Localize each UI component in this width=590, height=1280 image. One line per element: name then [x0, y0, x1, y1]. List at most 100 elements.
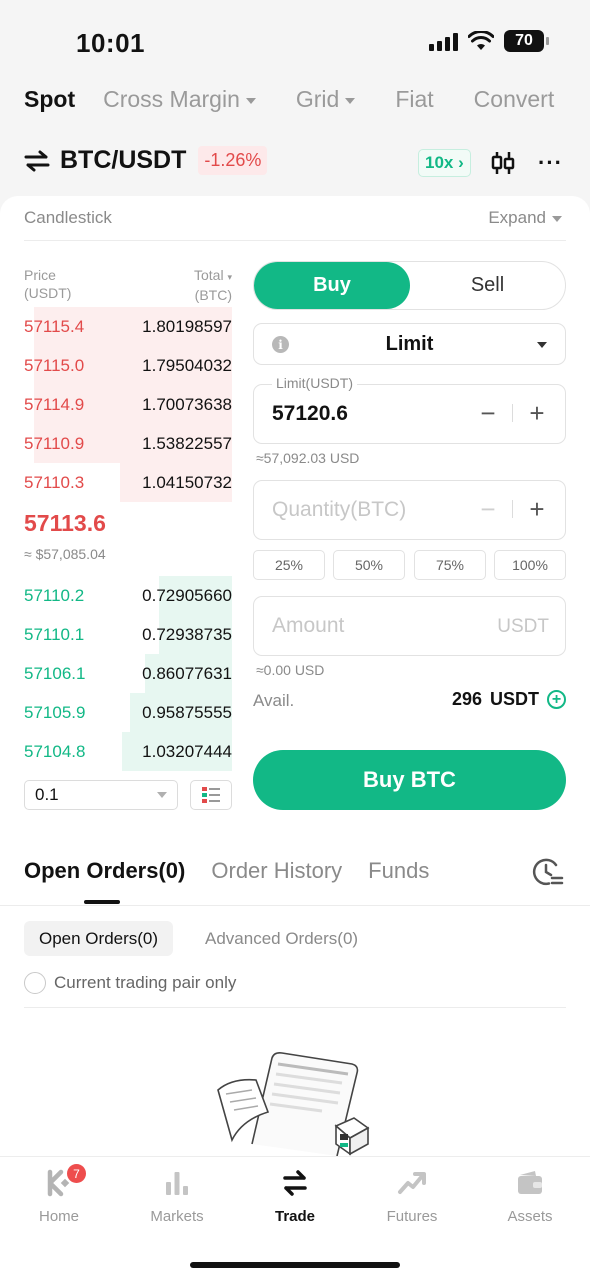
leverage-badge[interactable]: 10x ›: [418, 149, 471, 177]
last-price[interactable]: 57113.6: [24, 510, 106, 537]
swap-pair-icon: [24, 150, 50, 171]
chevron-down-icon: [157, 792, 167, 798]
last-price-usd: ≈ $57,085.04: [24, 546, 106, 562]
notification-badge: 7: [67, 1164, 86, 1183]
ask-total: 1.80198597: [142, 316, 232, 336]
available-balance: 296 USDT +: [452, 689, 566, 710]
percent-100-button[interactable]: 100%: [494, 550, 566, 580]
bid-total: 0.72905660: [142, 585, 232, 605]
bid-price: 57110.2: [24, 585, 85, 605]
percent-50-button[interactable]: 50%: [333, 550, 405, 580]
bid-row[interactable]: 57106.1 0.86077631: [24, 654, 232, 693]
tab-convert[interactable]: Convert: [474, 86, 555, 113]
radio-button[interactable]: [24, 972, 46, 994]
amount-unit: USDT: [497, 616, 549, 637]
limit-price-field[interactable]: Limit(USDT) 57120.6 − +: [253, 375, 566, 444]
nav-trade[interactable]: Trade: [245, 1168, 345, 1225]
bid-price: 57106.1: [24, 663, 86, 683]
available-label: Avail.: [253, 691, 295, 710]
ask-price: 57110.9: [24, 433, 85, 453]
ask-price: 57110.3: [24, 472, 85, 492]
bid-total: 1.03207444: [142, 741, 232, 761]
subtab-advanced-orders[interactable]: Advanced Orders(0): [205, 929, 358, 949]
amount-placeholder[interactable]: Amount: [272, 614, 344, 638]
ask-row[interactable]: 57115.0 1.79504032: [24, 346, 232, 385]
order-book-view-button[interactable]: [190, 780, 232, 810]
tab-funds[interactable]: Funds: [368, 858, 429, 884]
ask-price: 57115.4: [24, 316, 85, 336]
bid-total: 0.86077631: [142, 663, 232, 683]
precision-select[interactable]: 0.1: [24, 780, 178, 810]
quantity-placeholder[interactable]: Quantity(BTC): [272, 498, 406, 522]
nav-home[interactable]: 7 Home: [9, 1164, 109, 1225]
percent-75-button[interactable]: 75%: [414, 550, 486, 580]
plus-icon[interactable]: +: [525, 496, 549, 522]
divider: [24, 240, 566, 241]
tab-cross-margin[interactable]: Cross Margin: [103, 86, 256, 113]
pair-name: BTC/USDT: [60, 146, 187, 174]
order-book-price-header: Price (USDT): [24, 267, 72, 301]
buy-btc-button[interactable]: Buy BTC: [253, 750, 566, 810]
bid-row[interactable]: 57104.8 1.03207444: [24, 732, 232, 771]
tab-grid[interactable]: Grid: [296, 86, 356, 113]
ask-row[interactable]: 57110.9 1.53822557: [24, 424, 232, 463]
home-indicator: [190, 1262, 400, 1268]
current-pair-filter[interactable]: Current trading pair only: [24, 972, 236, 994]
bar-chart-icon: [166, 1172, 188, 1195]
quantity-field[interactable]: Quantity(BTC) − +: [253, 480, 566, 540]
bid-row[interactable]: 57105.9 0.95875555: [24, 693, 232, 732]
ask-row[interactable]: 57110.3 1.04150732: [24, 463, 232, 502]
chevron-down-icon: [245, 97, 256, 104]
add-funds-icon[interactable]: +: [547, 690, 566, 709]
bid-total: 0.72938735: [142, 624, 232, 644]
ask-row[interactable]: 57114.9 1.70073638: [24, 385, 232, 424]
bid-row[interactable]: 57110.1 0.72938735: [24, 615, 232, 654]
ask-total: 1.53822557: [142, 433, 232, 453]
wallet-icon: [518, 1171, 542, 1194]
tab-fiat[interactable]: Fiat: [395, 86, 433, 113]
expand-chart-button[interactable]: Expand: [488, 208, 562, 228]
amount-usd-hint: ≈0.00 USD: [256, 662, 325, 678]
order-book-layout-icon: [202, 787, 220, 803]
minus-icon[interactable]: −: [476, 400, 500, 426]
orders-tabs: Open Orders(0) Order History Funds: [24, 858, 455, 884]
nav-assets[interactable]: Assets: [480, 1168, 580, 1225]
candlestick-chart-icon[interactable]: [490, 150, 516, 176]
nav-markets[interactable]: Markets: [127, 1168, 227, 1225]
active-tab-indicator: [84, 900, 120, 904]
tab-spot[interactable]: Spot: [24, 86, 75, 113]
tab-order-history[interactable]: Order History: [211, 858, 342, 884]
quantity-stepper: − +: [476, 496, 549, 522]
bid-row[interactable]: 57110.2 0.72905660: [24, 576, 232, 615]
ask-total: 1.04150732: [142, 472, 232, 492]
cellular-signal-icon: [429, 31, 458, 51]
tab-open-orders[interactable]: Open Orders(0): [24, 858, 185, 884]
status-time: 10:01: [76, 28, 145, 58]
order-history-clock-icon[interactable]: [532, 856, 564, 888]
minus-icon[interactable]: −: [476, 496, 500, 522]
nav-futures[interactable]: Futures: [362, 1168, 462, 1225]
price-usd-hint: ≈57,092.03 USD: [256, 450, 360, 466]
buy-tab[interactable]: Buy: [254, 262, 410, 309]
more-icon[interactable]: ···: [538, 150, 563, 176]
candlestick-section-label[interactable]: Candlestick: [24, 208, 112, 228]
pair-selector[interactable]: BTC/USDT -1.26%: [24, 146, 268, 175]
subtab-open-orders[interactable]: Open Orders(0): [24, 921, 174, 956]
info-icon[interactable]: i: [272, 336, 289, 353]
chevron-down-icon: [552, 216, 562, 222]
trade-type-tabs: Spot Cross Margin Grid Fiat Convert: [24, 86, 590, 113]
bid-total: 0.95875555: [142, 702, 232, 722]
order-type-select[interactable]: i Limit: [253, 323, 566, 365]
sell-tab[interactable]: Sell: [410, 262, 565, 309]
plus-icon[interactable]: +: [525, 400, 549, 426]
limit-price-value[interactable]: 57120.6: [272, 402, 348, 426]
percent-25-button[interactable]: 25%: [253, 550, 325, 580]
ask-price: 57114.9: [24, 394, 85, 414]
ask-row[interactable]: 57115.4 1.80198597: [24, 307, 232, 346]
ask-price: 57115.0: [24, 355, 85, 375]
trend-arrow-icon: [398, 1172, 426, 1194]
ask-total: 1.70073638: [142, 394, 232, 414]
order-book-total-header[interactable]: Total ▾ (BTC): [160, 266, 232, 304]
empty-orders-illustration: [217, 1052, 370, 1156]
amount-field[interactable]: Amount USDT: [253, 596, 566, 656]
